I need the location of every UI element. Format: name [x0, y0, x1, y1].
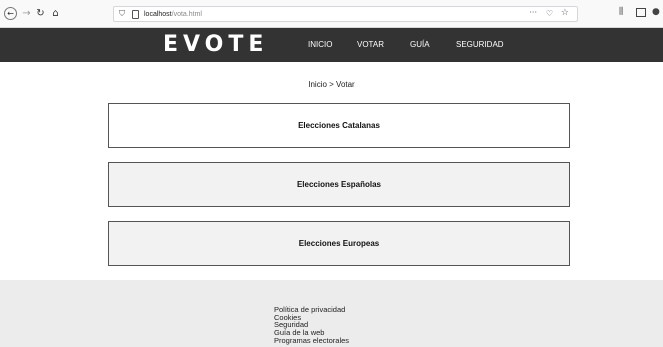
site-header: EVOTE INICIO VOTAR GUÍA SEGURIDAD — [0, 28, 663, 62]
election-label: Elecciones Españolas — [296, 180, 382, 189]
footer-link-programas[interactable]: Programas electorales — [274, 337, 349, 345]
nav-votar[interactable]: VOTAR — [357, 40, 384, 50]
site-footer: Política de privacidad Cookies Seguridad… — [0, 280, 663, 347]
breadcrumb: Inicio > Votar — [308, 80, 355, 89]
library-icon[interactable]: ⫼ — [619, 8, 623, 17]
url-host: localhost — [144, 11, 172, 18]
nav-seguridad[interactable]: SEGURIDAD — [456, 40, 504, 50]
nav-inicio[interactable]: INICIO — [308, 40, 332, 50]
browser-toolbar: ← → ↻ ⌂ ⛉ localhost/vota.html ··· ♡ ☆ ⫼ … — [0, 0, 663, 28]
election-europeas-button[interactable]: Elecciones Europeas — [108, 221, 570, 266]
sidebar-icon[interactable] — [636, 8, 646, 17]
shield-icon[interactable]: ⛉ — [119, 9, 125, 19]
url-text[interactable]: localhost/vota.html — [144, 9, 202, 20]
election-label: Elecciones Europeas — [298, 239, 380, 248]
pocket-icon[interactable]: ♡ — [546, 9, 553, 18]
election-espanolas-button[interactable]: Elecciones Españolas — [108, 162, 570, 207]
footer-links: Política de privacidad Cookies Seguridad… — [274, 306, 349, 345]
reload-icon[interactable]: ↻ — [34, 7, 47, 20]
page-icon[interactable] — [132, 10, 139, 19]
star-icon[interactable]: ☆ — [561, 8, 569, 18]
address-bar[interactable]: ⛉ localhost/vota.html ··· ♡ ☆ — [113, 6, 578, 22]
url-path: /vota.html — [171, 11, 202, 18]
more-dots-icon[interactable]: ··· — [529, 8, 537, 17]
account-icon[interactable]: ● — [652, 8, 660, 17]
election-catalanas-button[interactable]: Elecciones Catalanas — [108, 103, 570, 148]
election-label: Elecciones Catalanas — [298, 121, 380, 130]
evote-logo[interactable]: EVOTE — [163, 33, 268, 57]
nav-guia[interactable]: GUÍA — [410, 40, 430, 50]
forward-arrow-icon[interactable]: → — [20, 7, 33, 20]
home-icon[interactable]: ⌂ — [49, 7, 62, 20]
back-arrow-icon[interactable]: ← — [4, 7, 17, 20]
